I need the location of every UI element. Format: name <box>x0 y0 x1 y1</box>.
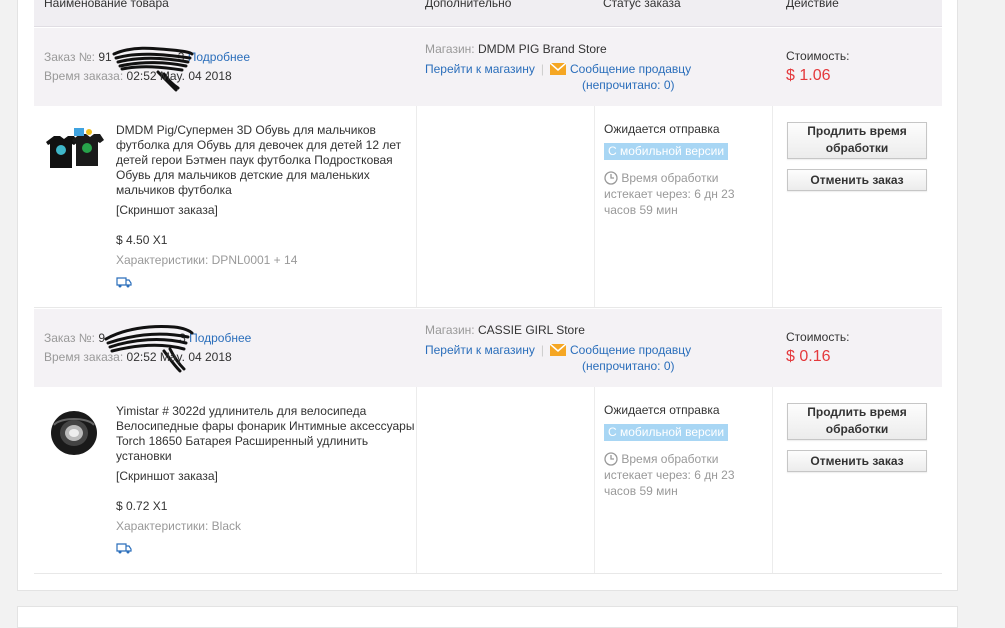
unread-count[interactable]: (непрочитано: 0) <box>582 359 675 373</box>
header-product: Наименование товара <box>44 0 169 10</box>
clock-icon <box>604 452 618 466</box>
envelope-icon <box>550 344 566 356</box>
specs: Характеристики: Black <box>116 519 241 533</box>
product-thumbnail[interactable] <box>48 407 100 457</box>
message-seller-link[interactable]: Сообщение продавцу <box>570 62 691 76</box>
go-to-store-link[interactable]: Перейти к магазину <box>425 62 535 76</box>
order-status: Ожидается отправка <box>604 403 720 417</box>
details-link[interactable]: Подробнее <box>189 331 251 345</box>
orders-panel: Наименование товара Дополнительно Статус… <box>17 0 958 591</box>
snapshot-link[interactable]: [Скриншот заказа] <box>116 203 218 217</box>
order-header: Заказ №: 91 3 Подробнее Время заказа: 02:… <box>34 28 942 106</box>
store-name: CASSIE GIRL Store <box>477 323 585 337</box>
cancel-order-button[interactable]: Отменить заказ <box>787 450 927 472</box>
order-item: DMDM Pig/Супермен 3D Обувь для мальчиков… <box>34 106 942 308</box>
mobile-badge: С мобильной версии <box>604 143 729 160</box>
clock-icon <box>604 171 618 185</box>
redaction-scribble <box>104 325 194 373</box>
product-title[interactable]: Yimistar # 3022d удлинитель для велосипе… <box>116 404 416 464</box>
cost-value: $ 1.06 <box>786 67 831 84</box>
store-links: Перейти к магазину | Сообщение продавцу <box>425 62 692 76</box>
product-thumbnail[interactable] <box>44 128 104 174</box>
cost-label: Стоимость: <box>786 330 850 344</box>
order-time: Время заказа: 02:52 May. 04 2018 <box>44 69 232 83</box>
order-status: Ожидается отправка <box>604 122 720 136</box>
snapshot-link[interactable]: [Скриншот заказа] <box>116 469 218 483</box>
details-link[interactable]: Подробнее <box>188 50 250 64</box>
specs: Характеристики: DPNL0001 + 14 <box>116 253 298 267</box>
truck-icon <box>116 543 132 554</box>
header-extra: Дополнительно <box>425 0 512 10</box>
table-header: Наименование товара Дополнительно Статус… <box>34 0 942 27</box>
price-qty: $ 0.72 X1 <box>116 499 168 513</box>
header-status: Статус заказа <box>603 0 681 10</box>
unread-count[interactable]: (непрочитано: 0) <box>582 78 675 92</box>
processing-timer: Время обработки истекает через: 6 дн 23 ч… <box>604 171 735 217</box>
bottom-panel <box>17 606 958 628</box>
order-item: Yimistar # 3022d удлинитель для велосипе… <box>34 387 942 574</box>
price-qty: $ 4.50 X1 <box>116 233 168 247</box>
store-links: Перейти к магазину | Сообщение продавцу <box>425 343 692 357</box>
cancel-order-button[interactable]: Отменить заказ <box>787 169 927 191</box>
extend-processing-button[interactable]: Продлить время обработки <box>787 122 927 159</box>
product-title[interactable]: DMDM Pig/Супермен 3D Обувь для мальчиков… <box>116 123 416 198</box>
go-to-store-link[interactable]: Перейти к магазину <box>425 343 535 357</box>
message-seller-link[interactable]: Сообщение продавцу <box>570 343 691 357</box>
order-header: Заказ №: 93 Подробнее Время заказа: 02:5… <box>34 309 942 387</box>
store-name: DMDM PIG Brand Store <box>477 42 607 56</box>
store-info: Магазин: DMDM PIG Brand Store <box>425 42 607 56</box>
store-info: Магазин: CASSIE GIRL Store <box>425 323 585 337</box>
processing-timer: Время обработки истекает через: 6 дн 23 ч… <box>604 452 735 498</box>
order-time: Время заказа: 02:52 May. 04 2018 <box>44 350 232 364</box>
header-action: Действие <box>786 0 839 10</box>
cost-label: Стоимость: <box>786 49 850 63</box>
truck-icon <box>116 277 132 288</box>
envelope-icon <box>550 63 566 75</box>
cost-value: $ 0.16 <box>786 348 831 365</box>
extend-processing-button[interactable]: Продлить время обработки <box>787 403 927 440</box>
mobile-badge: С мобильной версии <box>604 424 729 441</box>
